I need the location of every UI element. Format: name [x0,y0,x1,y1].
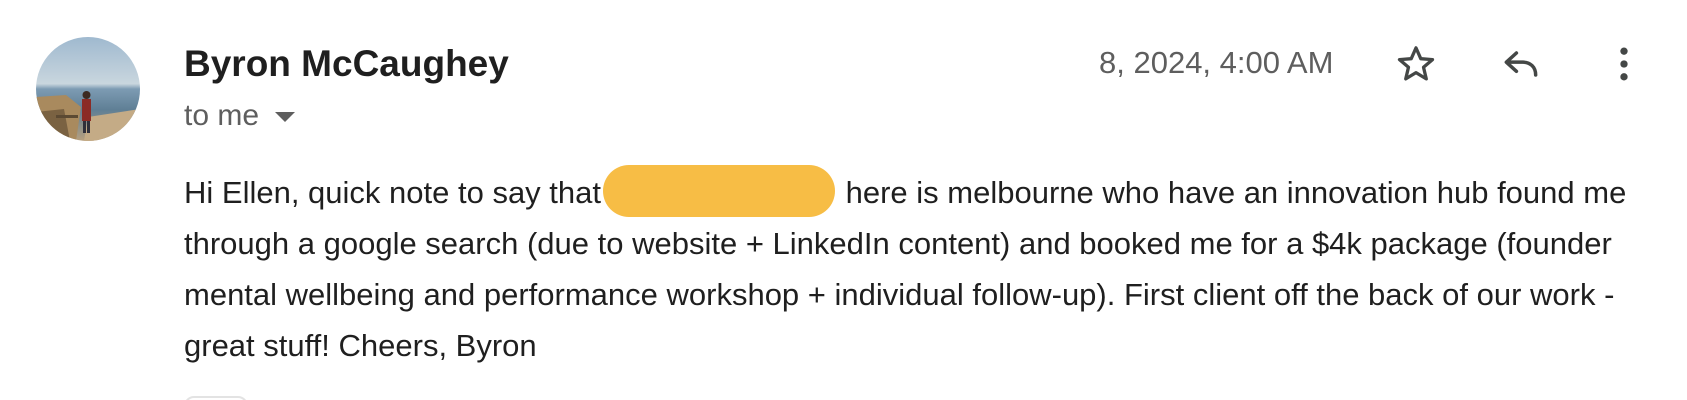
more-vert-icon [1620,47,1628,81]
reply-button[interactable] [1497,40,1545,88]
star-icon [1397,46,1435,81]
more-options-button[interactable] [1600,40,1648,88]
reply-icon [1504,51,1538,77]
caret-down-icon [275,112,296,122]
avatar-photo [36,37,140,141]
message-timestamp: 8, 2024, 4:00 AM [1099,45,1334,80]
body-text-before-redaction: Hi Ellen, quick note to say that [184,175,602,210]
recipient-label: to me [184,99,260,132]
recipient-details-toggle[interactable]: to me [184,99,296,133]
redaction-mark [603,165,836,217]
star-button[interactable] [1392,40,1440,88]
email-message: Byron McCaughey to me 8, 2024, 4:00 AM H… [0,0,1687,400]
sender-name[interactable]: Byron McCaughey [184,43,509,85]
sender-avatar[interactable] [36,37,140,141]
message-action-chip[interactable] [184,396,248,400]
message-body: Hi Ellen, quick note to say that here is… [184,165,1664,371]
